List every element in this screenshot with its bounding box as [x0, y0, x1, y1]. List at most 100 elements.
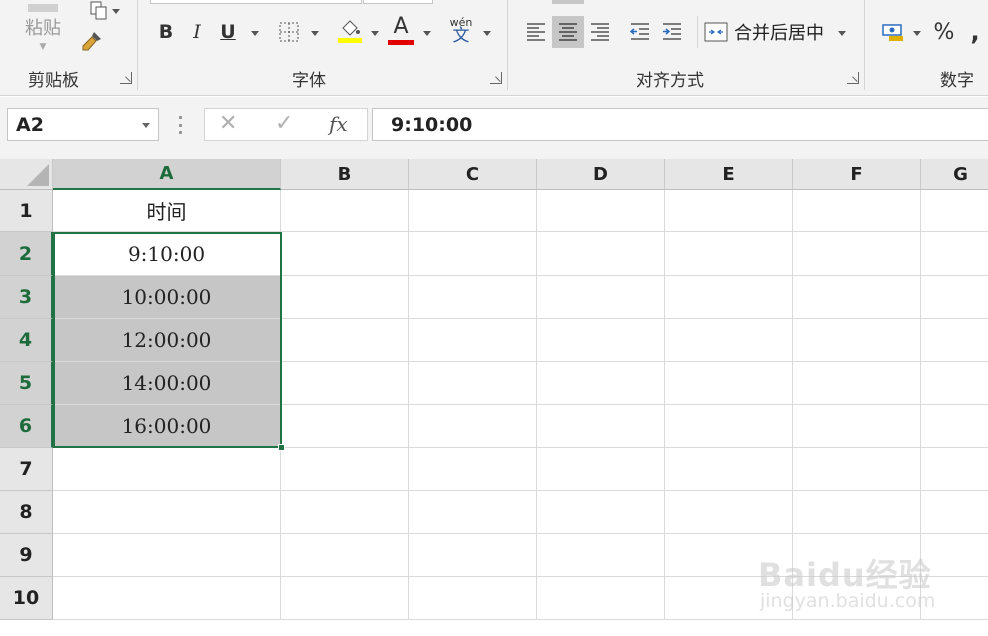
align-center-button[interactable] — [552, 16, 584, 48]
copy-button[interactable] — [78, 0, 122, 22]
cell-g8[interactable] — [921, 491, 988, 534]
cell-f8[interactable] — [793, 491, 921, 534]
row-header-5[interactable]: 5 — [0, 362, 53, 405]
formula-input[interactable]: 9:10:00 — [372, 108, 988, 141]
cell-g6[interactable] — [921, 405, 988, 448]
cell-f2[interactable] — [793, 232, 921, 276]
fill-handle[interactable] — [278, 444, 285, 451]
phonetic-button[interactable]: wén 文 — [446, 15, 476, 47]
borders-dropdown-icon[interactable] — [311, 31, 319, 36]
row-header-3[interactable]: 3 — [0, 276, 53, 319]
cell-e2[interactable] — [665, 232, 793, 276]
increase-indent-button[interactable] — [656, 16, 688, 48]
row-header-7[interactable]: 7 — [0, 448, 53, 491]
cell-c8[interactable] — [409, 491, 537, 534]
cell-g4[interactable] — [921, 319, 988, 362]
accounting-dropdown-icon[interactable] — [913, 31, 921, 36]
merge-center-button[interactable]: 合并后居中 — [704, 16, 830, 48]
decrease-indent-button[interactable] — [624, 16, 656, 48]
cell-b7[interactable] — [281, 448, 409, 491]
cell-b4[interactable] — [281, 319, 409, 362]
column-header-a[interactable]: A — [53, 159, 281, 190]
row-header-2[interactable]: 2 — [0, 232, 53, 276]
font-color-dropdown-icon[interactable] — [423, 31, 431, 36]
cell-f4[interactable] — [793, 319, 921, 362]
font-color-button[interactable]: A — [386, 14, 416, 46]
cell-e4[interactable] — [665, 319, 793, 362]
cell-d1[interactable] — [537, 190, 665, 232]
cell-e3[interactable] — [665, 276, 793, 319]
column-header-c[interactable]: C — [409, 159, 537, 190]
cell-a5[interactable]: 14:00:00 — [53, 362, 281, 405]
name-box-dropdown-icon[interactable] — [142, 123, 150, 128]
comma-button[interactable]: , — [962, 16, 988, 48]
cell-d6[interactable] — [537, 405, 665, 448]
cell-a8[interactable] — [53, 491, 281, 534]
italic-button[interactable]: I — [183, 18, 211, 46]
cell-b6[interactable] — [281, 405, 409, 448]
font-launcher-icon[interactable] — [490, 72, 502, 84]
cell-d7[interactable] — [537, 448, 665, 491]
cell-d4[interactable] — [537, 319, 665, 362]
cell-f5[interactable] — [793, 362, 921, 405]
cell-e8[interactable] — [665, 491, 793, 534]
column-header-d[interactable]: D — [537, 159, 665, 190]
cell-a1[interactable]: 时间 — [53, 190, 281, 232]
cell-e7[interactable] — [665, 448, 793, 491]
alignment-launcher-icon[interactable] — [847, 72, 859, 84]
cell-g3[interactable] — [921, 276, 988, 319]
cell-b8[interactable] — [281, 491, 409, 534]
cell-d8[interactable] — [537, 491, 665, 534]
cell-a7[interactable] — [53, 448, 281, 491]
column-header-e[interactable]: E — [665, 159, 793, 190]
cell-c1[interactable] — [409, 190, 537, 232]
cell-d3[interactable] — [537, 276, 665, 319]
cell-b9[interactable] — [281, 534, 409, 577]
underline-button[interactable]: U — [214, 18, 242, 46]
cell-b10[interactable] — [281, 577, 409, 620]
row-header-6[interactable]: 6 — [0, 405, 53, 448]
fill-color-dropdown-icon[interactable] — [371, 31, 379, 36]
cell-c4[interactable] — [409, 319, 537, 362]
cell-a4[interactable]: 12:00:00 — [53, 319, 281, 362]
bold-button[interactable]: B — [152, 18, 180, 46]
cell-c3[interactable] — [409, 276, 537, 319]
cell-c5[interactable] — [409, 362, 537, 405]
select-all-button[interactable] — [0, 159, 53, 190]
cell-g2[interactable] — [921, 232, 988, 276]
cell-d9[interactable] — [537, 534, 665, 577]
cell-a3[interactable]: 10:00:00 — [53, 276, 281, 319]
cancel-icon[interactable]: ✕ — [219, 111, 237, 136]
borders-button[interactable] — [276, 20, 302, 44]
cell-c9[interactable] — [409, 534, 537, 577]
cell-c2[interactable] — [409, 232, 537, 276]
cell-f3[interactable] — [793, 276, 921, 319]
cell-e6[interactable] — [665, 405, 793, 448]
cell-a9[interactable] — [53, 534, 281, 577]
cell-d10[interactable] — [537, 577, 665, 620]
merge-center-dropdown-icon[interactable] — [838, 31, 846, 36]
cell-d5[interactable] — [537, 362, 665, 405]
cell-b2[interactable] — [281, 232, 409, 276]
underline-dropdown-icon[interactable] — [251, 31, 259, 36]
name-box[interactable]: A2 — [7, 108, 159, 141]
paste-button[interactable]: 粘贴 ▼ — [20, 0, 66, 56]
column-header-b[interactable]: B — [281, 159, 409, 190]
cell-b3[interactable] — [281, 276, 409, 319]
phonetic-dropdown-icon[interactable] — [483, 31, 491, 36]
cell-g7[interactable] — [921, 448, 988, 491]
row-header-1[interactable]: 1 — [0, 190, 53, 232]
fill-color-button[interactable] — [336, 16, 364, 46]
row-header-9[interactable]: 9 — [0, 534, 53, 577]
cell-c6[interactable] — [409, 405, 537, 448]
cell-b5[interactable] — [281, 362, 409, 405]
row-header-10[interactable]: 10 — [0, 577, 53, 620]
cell-g1[interactable] — [921, 190, 988, 232]
enter-icon[interactable]: ✓ — [275, 111, 293, 136]
column-header-f[interactable]: F — [793, 159, 921, 190]
cell-g5[interactable] — [921, 362, 988, 405]
font-size-box[interactable] — [363, 0, 433, 4]
cell-c7[interactable] — [409, 448, 537, 491]
cell-f7[interactable] — [793, 448, 921, 491]
cell-a6[interactable]: 16:00:00 — [53, 405, 281, 448]
